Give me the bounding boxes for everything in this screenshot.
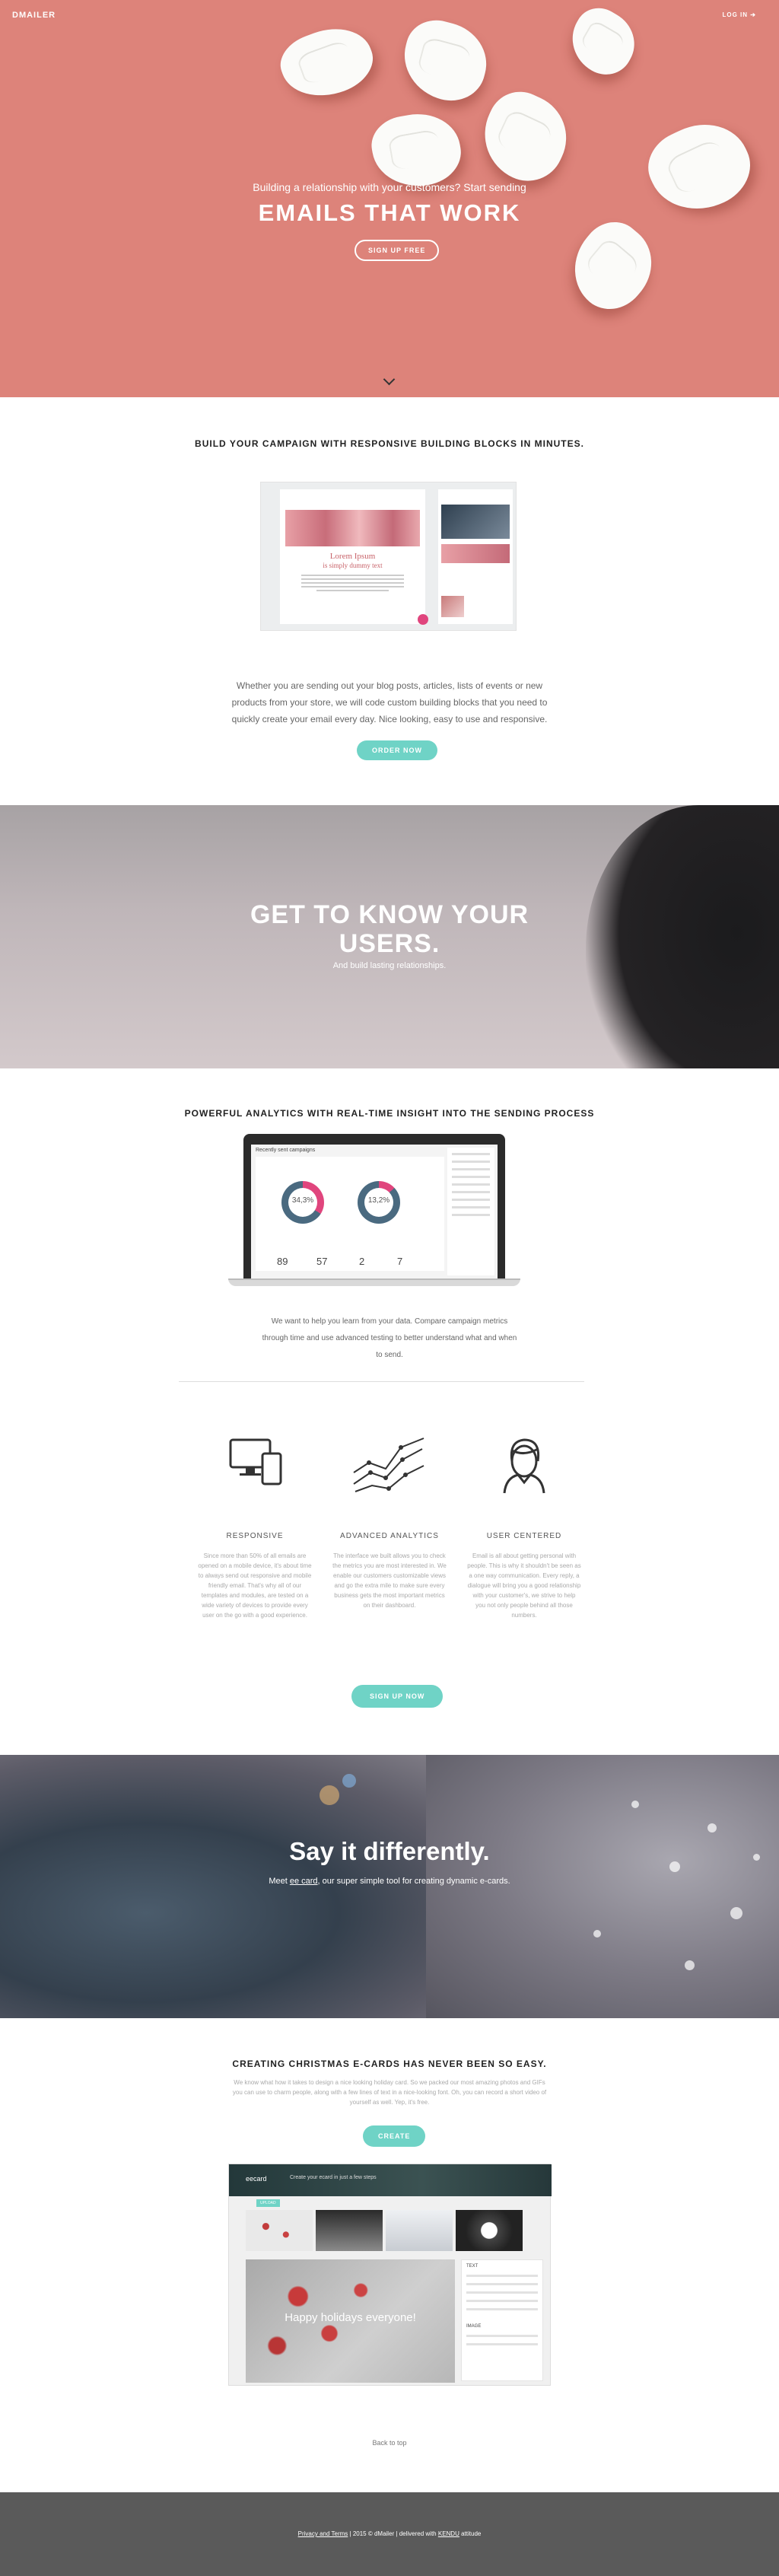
say-subtitle: Meet ee card, our super simple tool for … xyxy=(0,1877,779,1886)
preview-heading-1: Lorem Ipsum xyxy=(329,552,376,561)
feature-text: Since more than 50% of all emails are op… xyxy=(198,1552,312,1619)
devices-icon xyxy=(198,1431,312,1503)
hero-section: DMAILER LOG IN ➔ Building a relationship… xyxy=(0,0,779,397)
block-thumbnail xyxy=(441,596,464,617)
flowers-image xyxy=(285,510,420,546)
users-section: GET TO KNOW YOUR USERS. And build lastin… xyxy=(0,805,779,1068)
say-subtitle-pre: Meet xyxy=(269,1877,290,1886)
upload-badge: UPLOAD xyxy=(256,2199,280,2207)
footer-copy: | 2015 © dMailer | delivered with xyxy=(348,2530,438,2537)
feature-title: USER CENTERED xyxy=(486,1532,562,1540)
preview-body-lines xyxy=(301,575,404,594)
laptop-dashboard-image: Recently sent campaigns 34,3% 13,2% 89 5… xyxy=(228,1134,520,1291)
donut-label: 13,2% xyxy=(367,1196,390,1205)
login-label[interactable]: LOG IN xyxy=(723,11,749,18)
builder-description: Whether you are sending out your blog po… xyxy=(231,680,548,724)
ecard-thumbnail xyxy=(246,2210,313,2251)
login-arrow-icon: ➔ xyxy=(750,11,756,18)
builder-blocks-sidebar xyxy=(438,489,513,624)
say-section: Say it differently. Meet ee card, our su… xyxy=(0,1755,779,2018)
dashboard: Recently sent campaigns 34,3% 13,2% 89 5… xyxy=(251,1145,498,1278)
bokeh-light xyxy=(730,1907,742,1919)
builder-email-preview: Lorem Ipsum is simply dummy text xyxy=(280,489,425,624)
bokeh-light xyxy=(685,1960,695,1970)
divider xyxy=(179,1381,584,1382)
crumpled-paper-image xyxy=(394,13,496,109)
back-to-top-link[interactable]: Back to top xyxy=(0,2439,779,2447)
ecard-thumbnail xyxy=(456,2210,523,2251)
login-link[interactable]: LOG IN ➔ xyxy=(723,11,757,18)
stat-value: 2 xyxy=(359,1256,365,1267)
bokeh-light xyxy=(342,1774,356,1788)
editor-logo: eecard xyxy=(246,2175,267,2183)
block-thumbnail xyxy=(441,544,510,563)
click-rate-donut: 13,2% xyxy=(358,1181,400,1224)
ecard-editor-image: eecard Create your ecard in just a few s… xyxy=(228,2164,552,2386)
crumpled-paper-image xyxy=(556,209,669,323)
user-icon xyxy=(467,1431,581,1503)
crumpled-paper-image xyxy=(469,81,581,193)
analytics-graph-icon xyxy=(332,1431,447,1503)
hero-subtitle: Building a relationship with your custom… xyxy=(253,181,526,193)
bokeh-light xyxy=(593,1930,601,1938)
bokeh-light xyxy=(631,1801,639,1808)
feature-title: RESPONSIVE xyxy=(226,1532,284,1540)
bokeh-light xyxy=(707,1823,717,1832)
panel-text-label: TEXT xyxy=(466,2264,479,2269)
feature-title: ADVANCED ANALYTICS xyxy=(340,1532,439,1540)
crumpled-paper-image xyxy=(273,17,381,109)
ecard-canvas: Happy holidays everyone! xyxy=(246,2259,455,2383)
analytics-section-title: POWERFUL ANALYTICS WITH REAL-TIME INSIGH… xyxy=(184,1108,595,1119)
feature-text: The interface we built allows you to che… xyxy=(332,1552,447,1609)
open-rate-donut: 34,3% xyxy=(281,1181,324,1224)
pine-branch-image xyxy=(0,1755,487,2018)
laptop-base xyxy=(228,1278,520,1286)
analytics-description: We want to help you learn from your data… xyxy=(262,1317,517,1359)
say-subtitle-post: , our super simple tool for creating dyn… xyxy=(317,1877,510,1886)
stat-value: 7 xyxy=(397,1256,403,1267)
preview-heading-2: is simply dummy text xyxy=(323,562,383,569)
stat-value: 89 xyxy=(277,1256,288,1267)
say-title: Say it differently. xyxy=(289,1837,490,1865)
block-thumbnail xyxy=(441,505,510,539)
editor-settings-panel: TEXT IMAGE xyxy=(461,2259,543,2381)
panel-image-label: IMAGE xyxy=(466,2324,482,2329)
logo[interactable]: DMAILER xyxy=(12,11,56,20)
footer: Privacy and Terms | 2015 © dMailer | del… xyxy=(0,2492,779,2576)
footer-tail: attitude xyxy=(459,2530,482,2537)
stat-value: 57 xyxy=(316,1256,328,1267)
donut-label: 34,3% xyxy=(291,1196,314,1205)
dashboard-panel: 34,3% 13,2% 89 57 2 7 xyxy=(256,1157,444,1271)
add-block-button xyxy=(418,614,428,625)
dashboard-title: Recently sent campaigns xyxy=(256,1148,316,1153)
dashboard-sidebar xyxy=(447,1148,494,1275)
christmas-description: We know what how it takes to design a ni… xyxy=(232,2079,547,2106)
bokeh-lights-image xyxy=(426,1755,779,2018)
crumpled-paper-image xyxy=(559,0,647,84)
ecard-thumbnail xyxy=(316,2210,383,2251)
signup-now-button[interactable]: SIGN UP NOW xyxy=(351,1685,444,1708)
footer-text: Privacy and Terms | 2015 © dMailer | del… xyxy=(0,2530,779,2537)
create-button[interactable]: CREATE xyxy=(363,2125,426,2147)
users-subtitle: And build lasting relationships. xyxy=(332,961,447,970)
laptop-screen: Recently sent campaigns 34,3% 13,2% 89 5… xyxy=(243,1134,505,1278)
woman-hair-image xyxy=(586,805,779,1068)
ecard-thumbnail xyxy=(386,2210,453,2251)
editor-step-text: Create your ecard in just a few steps xyxy=(290,2175,377,2180)
eecard-link[interactable]: ee card xyxy=(290,1877,318,1886)
builder-preview-image: Lorem Ipsum is simply dummy text xyxy=(260,482,517,631)
bokeh-light xyxy=(320,1785,339,1805)
christmas-section-title: CREATING CHRISTMAS E-CARDS HAS NEVER BEE… xyxy=(232,2059,547,2069)
privacy-terms-link[interactable]: Privacy and Terms xyxy=(298,2530,348,2537)
canvas-text: Happy holidays everyone! xyxy=(285,2311,416,2324)
kendu-link[interactable]: KENDU xyxy=(438,2530,459,2537)
hero-title: EMAILS THAT WORK xyxy=(258,199,521,226)
chevron-down-icon[interactable] xyxy=(383,373,396,386)
signup-free-button[interactable]: SIGN UP FREE xyxy=(355,240,440,261)
users-title: GET TO KNOW YOUR USERS. xyxy=(250,900,529,958)
feature-text: Email is all about getting personal with… xyxy=(467,1552,581,1619)
builder-section-title: BUILD YOUR CAMPAIGN WITH RESPONSIVE BUIL… xyxy=(195,438,584,449)
editor-header: eecard Create your ecard in just a few s… xyxy=(229,2164,552,2196)
order-now-button[interactable]: ORDER NOW xyxy=(357,740,437,760)
